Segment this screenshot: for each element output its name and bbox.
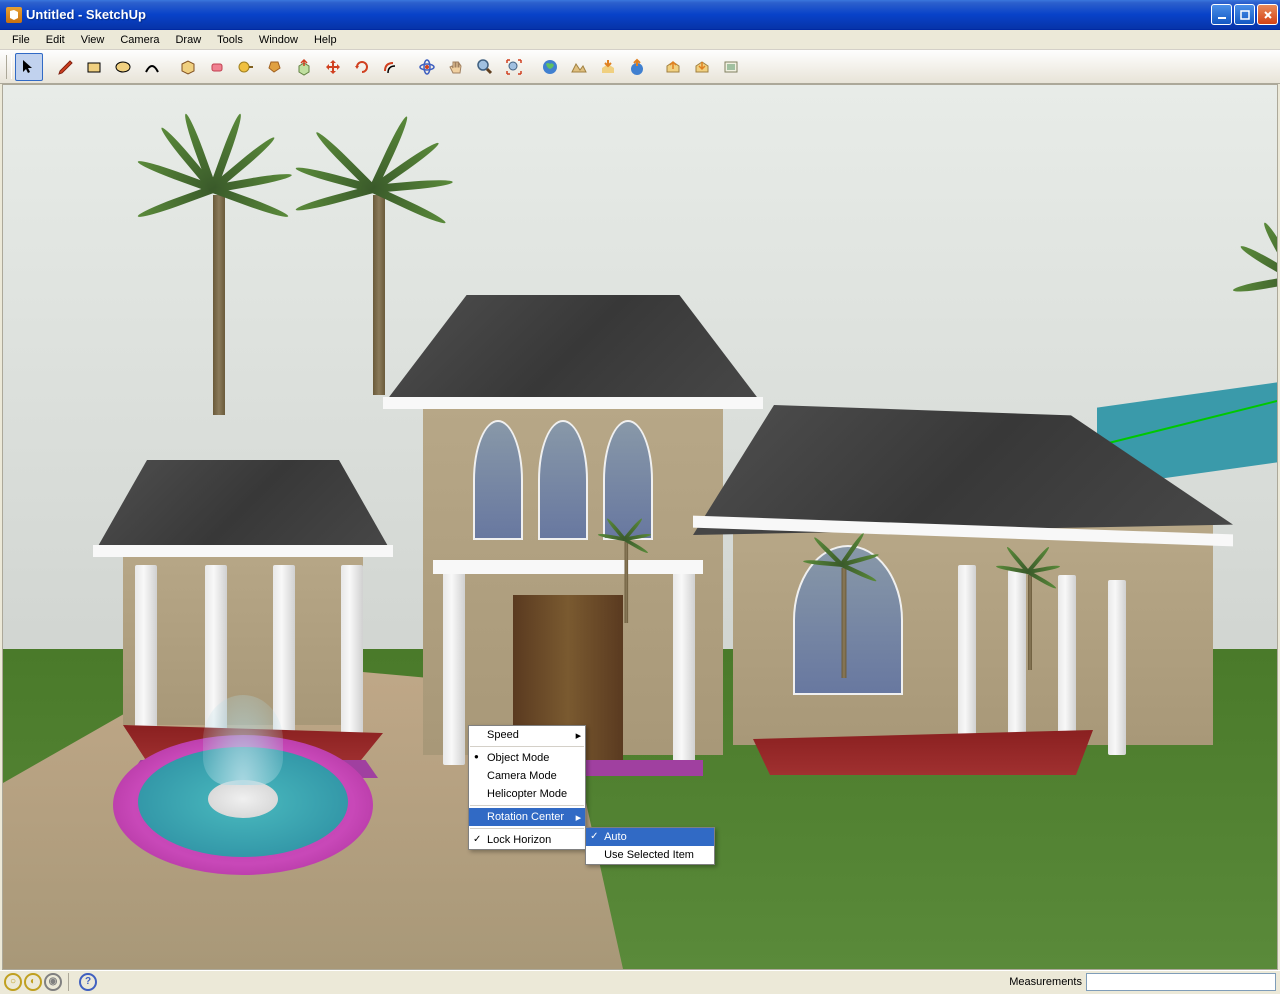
ctx-separator xyxy=(470,805,584,806)
line-tool[interactable] xyxy=(51,53,79,81)
menu-tools[interactable]: Tools xyxy=(209,32,251,48)
menu-draw[interactable]: Draw xyxy=(167,32,209,48)
menu-view[interactable]: View xyxy=(73,32,113,48)
ctx-separator xyxy=(470,746,584,747)
make-component-tool[interactable] xyxy=(174,53,202,81)
rotate-tool[interactable] xyxy=(348,53,376,81)
get-current-view-tool[interactable] xyxy=(536,53,564,81)
select-tool[interactable] xyxy=(15,53,43,81)
ctx-separator xyxy=(470,828,584,829)
close-button[interactable] xyxy=(1257,4,1278,25)
get-models-tool[interactable] xyxy=(623,53,651,81)
ctx-object-mode[interactable]: Object Mode xyxy=(469,749,585,767)
context-submenu: Auto Use Selected Item xyxy=(585,827,715,865)
eraser-tool[interactable] xyxy=(203,53,231,81)
place-model-tool[interactable] xyxy=(594,53,622,81)
measurements-label: Measurements xyxy=(1009,976,1082,988)
ctx-sub-auto[interactable]: Auto xyxy=(586,828,714,846)
status-icons: ○ ◐ ◉ xyxy=(4,973,62,991)
ctx-sub-use-selected[interactable]: Use Selected Item xyxy=(586,846,714,864)
tape-measure-tool[interactable] xyxy=(232,53,260,81)
ctx-lock-horizon[interactable]: Lock Horizon xyxy=(469,831,585,849)
status-info-icon[interactable]: ○ xyxy=(4,973,22,991)
minimize-button[interactable] xyxy=(1211,4,1232,25)
pan-tool[interactable] xyxy=(442,53,470,81)
measurements-panel: Measurements xyxy=(1009,973,1276,991)
share-model-tool[interactable] xyxy=(659,53,687,81)
window-controls xyxy=(1211,4,1278,25)
offset-tool[interactable] xyxy=(377,53,405,81)
push-pull-tool[interactable] xyxy=(290,53,318,81)
measurements-input[interactable] xyxy=(1086,973,1276,991)
rectangle-tool[interactable] xyxy=(80,53,108,81)
window-title: Untitled - SketchUp xyxy=(26,7,1211,22)
paint-bucket-tool[interactable] xyxy=(261,53,289,81)
preview-tool[interactable] xyxy=(717,53,745,81)
menu-help[interactable]: Help xyxy=(306,32,345,48)
menu-camera[interactable]: Camera xyxy=(112,32,167,48)
toolbar-grip[interactable] xyxy=(6,55,12,79)
move-tool[interactable] xyxy=(319,53,347,81)
viewport-3d[interactable]: Speed Object Mode Camera Mode Helicopter… xyxy=(2,84,1278,970)
toggle-terrain-tool[interactable] xyxy=(565,53,593,81)
menubar: File Edit View Camera Draw Tools Window … xyxy=(0,30,1280,50)
menu-file[interactable]: File xyxy=(4,32,38,48)
menu-edit[interactable]: Edit xyxy=(38,32,73,48)
zoom-extents-tool[interactable] xyxy=(500,53,528,81)
toolbar xyxy=(0,50,1280,84)
fountain-pedestal xyxy=(208,780,278,818)
ctx-helicopter-mode[interactable]: Helicopter Mode xyxy=(469,785,585,803)
status-globe-icon[interactable]: ◉ xyxy=(44,973,62,991)
orbit-tool[interactable] xyxy=(413,53,441,81)
ctx-rotation-center[interactable]: Rotation Center xyxy=(469,808,585,826)
arc-tool[interactable] xyxy=(138,53,166,81)
status-help-icon[interactable]: ? xyxy=(79,973,97,991)
titlebar: Untitled - SketchUp xyxy=(0,0,1280,30)
ctx-speed[interactable]: Speed xyxy=(469,726,585,744)
zoom-tool[interactable] xyxy=(471,53,499,81)
status-person-icon[interactable]: ◐ xyxy=(24,973,42,991)
status-separator xyxy=(68,973,69,991)
app-icon xyxy=(6,7,22,23)
context-menu: Speed Object Mode Camera Mode Helicopter… xyxy=(468,725,586,850)
maximize-button[interactable] xyxy=(1234,4,1255,25)
export-tool[interactable] xyxy=(688,53,716,81)
fountain-spray xyxy=(203,695,283,785)
circle-tool[interactable] xyxy=(109,53,137,81)
menu-window[interactable]: Window xyxy=(251,32,306,48)
ctx-camera-mode[interactable]: Camera Mode xyxy=(469,767,585,785)
statusbar: ○ ◐ ◉ ? Measurements xyxy=(0,970,1280,992)
